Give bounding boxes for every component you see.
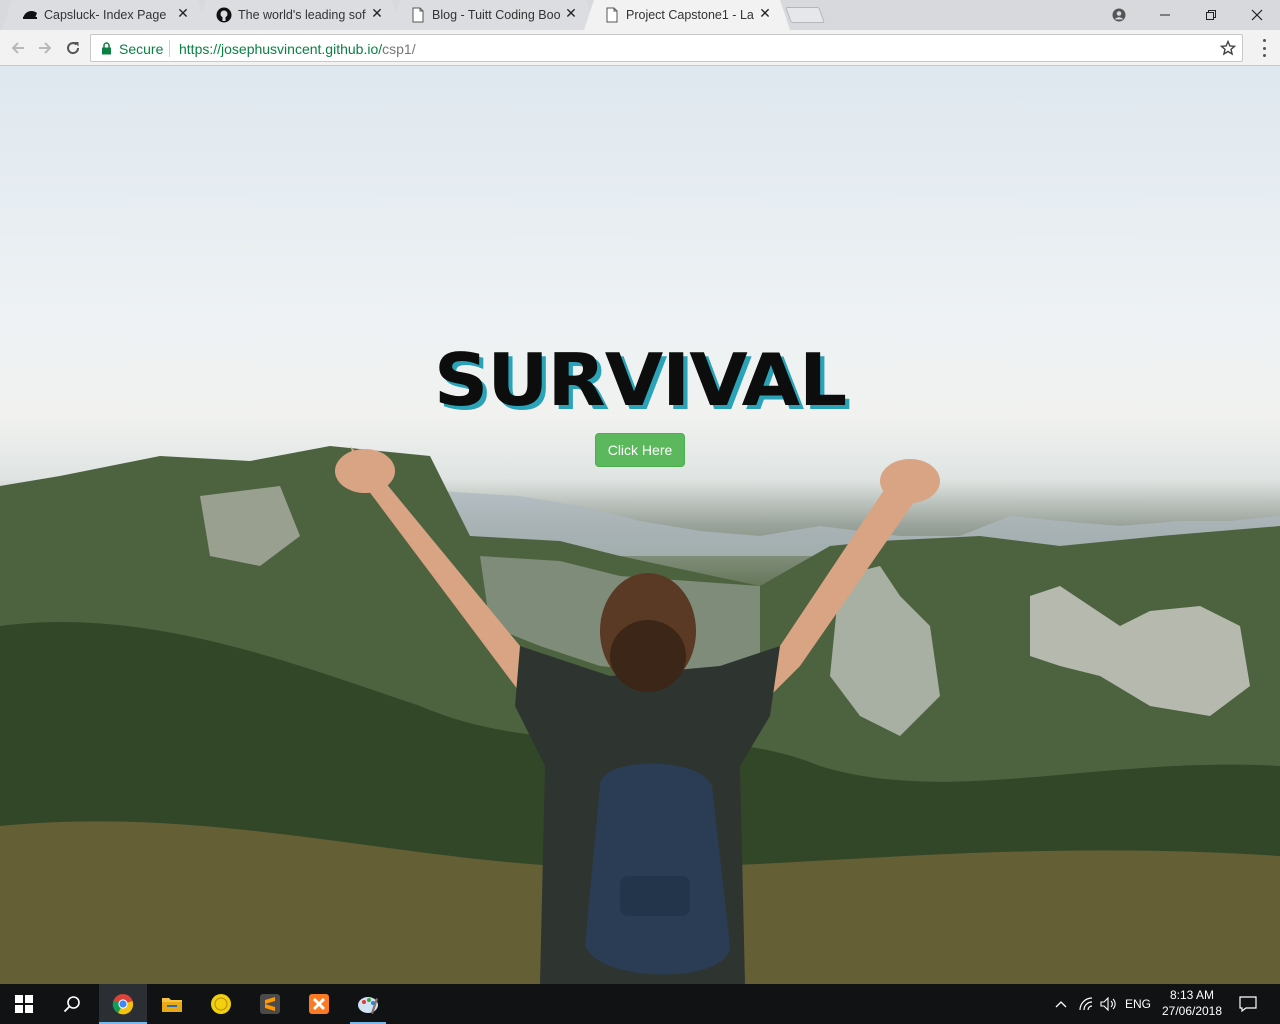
- divider: [169, 40, 170, 57]
- clock-time: 8:13 AM: [1169, 988, 1215, 1002]
- browser-toolbar: Secure https://josephusvincent.github.io…: [0, 30, 1280, 66]
- close-tab-icon[interactable]: ✕: [370, 6, 384, 20]
- close-tab-icon[interactable]: ✕: [564, 6, 578, 20]
- windows-start-icon[interactable]: [0, 984, 48, 1024]
- click-here-button[interactable]: Click Here: [595, 433, 685, 467]
- windows-taskbar: ENG 8:13 AM 27/06/2018: [0, 984, 1280, 1024]
- paint-icon[interactable]: [344, 984, 392, 1024]
- show-hidden-icons-icon[interactable]: [1050, 984, 1072, 1024]
- url-text[interactable]: https://josephusvincent.github.io/csp1/: [179, 41, 416, 57]
- bookmark-star-icon[interactable]: [1218, 38, 1238, 58]
- close-tab-icon[interactable]: ✕: [176, 6, 190, 20]
- new-tab-button[interactable]: [785, 7, 825, 23]
- tab-project-capstone[interactable]: Project Capstone1 - Landi ✕: [584, 0, 790, 30]
- clock-date: 27/06/2018: [1161, 1004, 1223, 1018]
- secure-label: Secure: [119, 41, 164, 57]
- network-icon[interactable]: [1076, 984, 1098, 1024]
- back-arrow-icon[interactable]: [7, 37, 29, 59]
- forward-arrow-icon[interactable]: [34, 37, 56, 59]
- address-bar[interactable]: Secure https://josephusvincent.github.io…: [90, 34, 1243, 62]
- tab-title: Project Capstone1 - Landi: [626, 8, 754, 22]
- minimize-icon[interactable]: [1142, 0, 1188, 30]
- hero-title: SURVIVAL: [433, 338, 847, 422]
- hero-section: SURVIVAL Click Here: [0, 66, 1280, 984]
- tab-tuitt-blog[interactable]: Blog - Tuitt Coding Bootc ✕: [390, 0, 596, 30]
- lock-icon: [101, 42, 112, 60]
- language-indicator[interactable]: ENG: [1122, 984, 1154, 1024]
- profile-icon[interactable]: [1096, 0, 1142, 30]
- url-host: https://josephusvincent.github.io/: [179, 41, 383, 57]
- close-window-icon[interactable]: [1234, 0, 1280, 30]
- url-path: csp1/: [382, 41, 416, 57]
- page-icon: [604, 7, 620, 23]
- sublime-text-icon[interactable]: [246, 984, 294, 1024]
- close-tab-icon[interactable]: ✕: [758, 6, 772, 20]
- volume-icon[interactable]: [1098, 984, 1120, 1024]
- hero-background-image: [0, 446, 1280, 984]
- restore-icon[interactable]: [1188, 0, 1234, 30]
- github-icon: [216, 7, 232, 23]
- action-center-icon[interactable]: [1234, 984, 1262, 1024]
- tab-github[interactable]: The world's leading softw ✕: [196, 0, 402, 30]
- tab-title: Blog - Tuitt Coding Bootc: [432, 8, 560, 22]
- tab-capsluck[interactable]: Capsluck- Index Page ✕: [2, 0, 208, 30]
- tab-strip: Capsluck- Index Page ✕ The world's leadi…: [0, 0, 1280, 30]
- page-icon: [410, 7, 426, 23]
- clock[interactable]: 8:13 AM 27/06/2018: [1156, 987, 1228, 1019]
- chrome-menu-icon[interactable]: [1258, 39, 1270, 57]
- tab-title: The world's leading softw: [238, 8, 366, 22]
- capsluck-favicon-icon: [22, 7, 38, 23]
- reload-icon[interactable]: [62, 37, 84, 59]
- search-icon[interactable]: [48, 984, 96, 1024]
- chrome-icon[interactable]: [99, 984, 147, 1024]
- tab-title: Capsluck- Index Page: [44, 8, 167, 22]
- file-explorer-icon[interactable]: [148, 984, 196, 1024]
- sticky-app-icon[interactable]: [197, 984, 245, 1024]
- xampp-icon[interactable]: [295, 984, 343, 1024]
